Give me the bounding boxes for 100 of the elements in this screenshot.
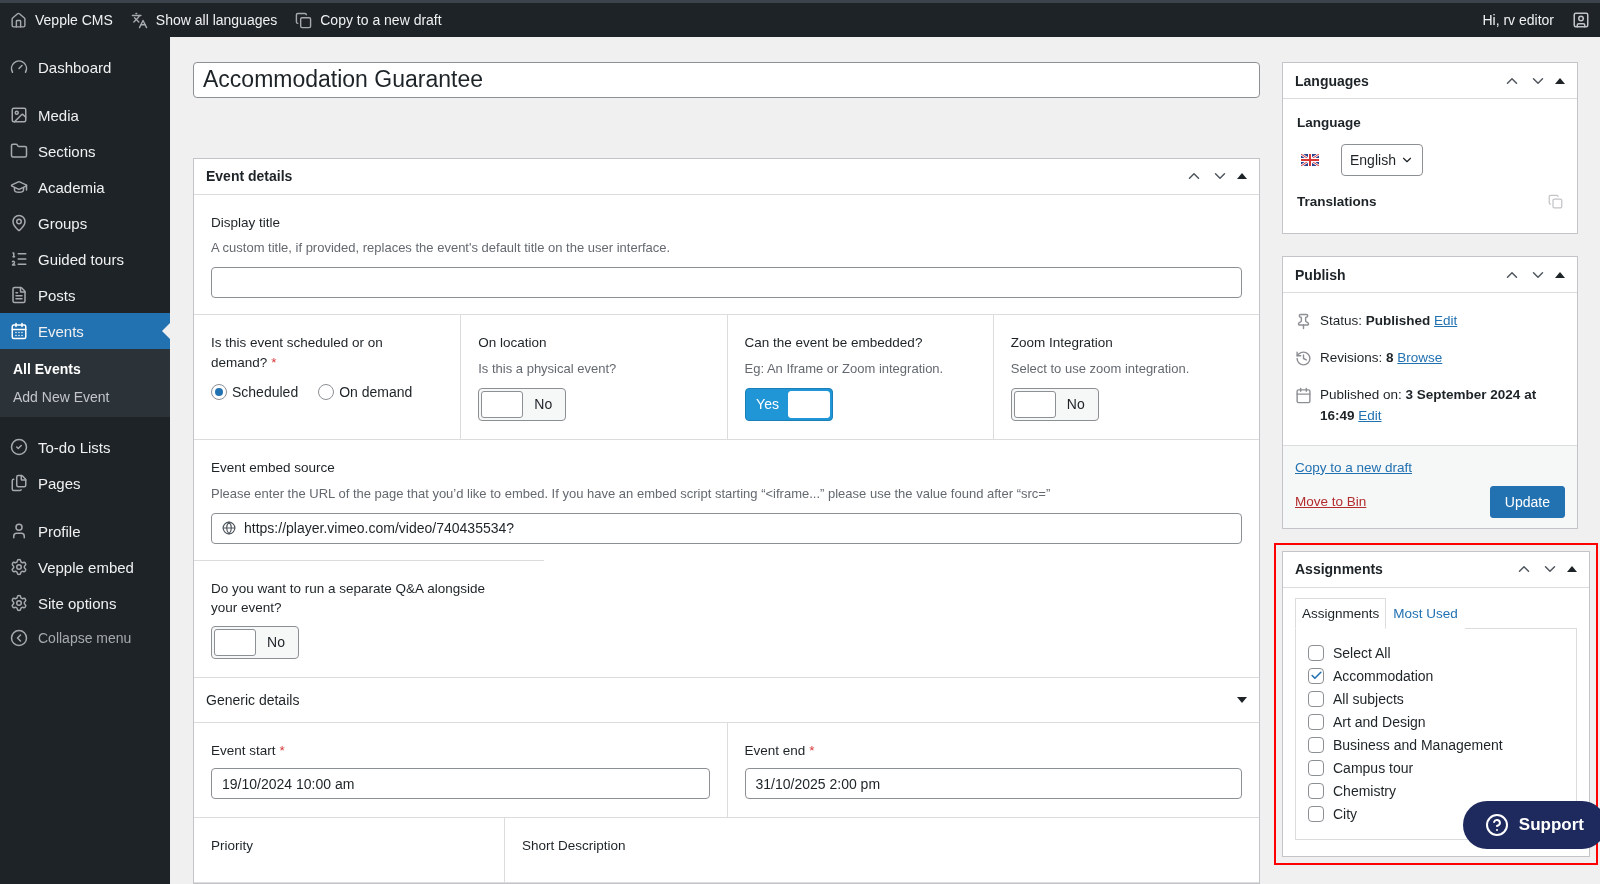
field-help: Please enter the URL of the page that you’d like to embed. If you have an embed script starting “<iframe...” please use the value found after “src=” [211, 485, 1052, 501]
submenu-item[interactable]: All Events [0, 355, 170, 383]
field-label: Zoom Integration [1010, 334, 1114, 353]
field-help: Select to use zoom integration. [1010, 360, 1191, 376]
panel-title: Publish [1295, 266, 1347, 283]
admin-bar-item[interactable]: Show all languages [130, 11, 278, 29]
menu-item[interactable]: Groups [0, 205, 170, 241]
menu-item[interactable]: Pages [0, 465, 170, 501]
title-field[interactable]: Accommodation Guarantee [193, 62, 1260, 98]
numbered-list-icon [10, 250, 28, 268]
field-label: Do you want to run a separate Q&A alongside your event? [211, 579, 486, 618]
help-icon [1484, 812, 1509, 837]
required-mark: * [809, 742, 815, 758]
field-label: Priority [211, 837, 254, 856]
section-header[interactable]: Generic details [194, 677, 1259, 723]
greeting[interactable]: Hi, rv editor [1482, 12, 1554, 28]
radio-option[interactable]: Scheduled [211, 384, 299, 401]
document-icon [10, 286, 28, 304]
home-icon [10, 11, 27, 29]
date-field[interactable]: 19/10/2024 10:00 am [211, 768, 710, 800]
menu-item[interactable]: Site options [0, 585, 170, 621]
radio-option[interactable]: On demand [318, 384, 413, 401]
history-icon [1295, 349, 1312, 367]
collapse-icon[interactable] [1567, 566, 1577, 573]
field-label: Can the event be embedded? [744, 334, 924, 353]
checkbox-option[interactable]: Art and Design [1308, 713, 1426, 730]
folder-icon [10, 142, 28, 160]
input-field[interactable] [211, 267, 1242, 299]
field-label: Language [1297, 115, 1362, 130]
calendar-icon [10, 322, 28, 340]
menu-item[interactable]: Academia [0, 169, 170, 205]
copy-icon [295, 11, 313, 29]
avatar-icon[interactable] [1572, 11, 1590, 29]
field-help: A custom title, if provided, replaces the event's default title on the user interface. [211, 240, 672, 256]
gear-icon [10, 594, 28, 612]
menu-item[interactable]: Profile [0, 513, 170, 549]
date-field[interactable]: 31/10/2025 2:00 pm [744, 768, 1242, 800]
copy-draft-link[interactable]: Copy to a new draft [1295, 459, 1413, 475]
expand-icon[interactable] [1237, 696, 1247, 703]
checkbox-option[interactable]: All subjects [1308, 690, 1404, 707]
menu-item[interactable]: Guided tours [0, 241, 170, 277]
checkbox-option[interactable]: Campus tour [1308, 759, 1414, 776]
menu-item[interactable]: Dashboard [0, 49, 170, 85]
checkbox-option[interactable]: Select All [1308, 644, 1391, 661]
collapse-icon[interactable] [1555, 77, 1565, 84]
language-select[interactable]: English [1341, 144, 1423, 176]
gear-icon [10, 558, 28, 576]
collapse-icon[interactable] [1237, 173, 1247, 180]
edit-link[interactable]: Edit [1358, 407, 1382, 423]
url-field[interactable]: https://player.vimeo.com/video/740435534? [211, 512, 1242, 544]
support-button[interactable]: Support [1462, 800, 1600, 849]
field-label: On location [478, 334, 548, 353]
menu-item[interactable]: Posts [0, 277, 170, 313]
media-icon [10, 106, 28, 124]
admin-bar-item[interactable]: Copy to a new draft [295, 11, 442, 29]
pin-icon [1295, 313, 1312, 330]
pages-icon [10, 474, 28, 492]
panel-title: Assignments [1295, 561, 1384, 578]
tab[interactable]: Assignments [1295, 597, 1387, 629]
checkbox-option[interactable]: Accommodation [1308, 667, 1434, 684]
update-button[interactable]: Update [1489, 485, 1565, 518]
publish-info: Published on: 3 September 2024 at 16:49 Edit [1320, 385, 1538, 425]
checkbox-option[interactable]: City [1308, 805, 1358, 822]
field-help: Is this a physical event? [478, 360, 618, 376]
globe-icon [222, 521, 236, 536]
field-help: Eg: An Iframe or Zoom integration. [744, 360, 945, 376]
menu-item[interactable]: Media [0, 97, 170, 133]
required-mark: * [271, 354, 277, 370]
menu-item[interactable]: Events [0, 313, 170, 349]
field-label: Event start * [211, 741, 286, 760]
checkbox-option[interactable]: Chemistry [1308, 782, 1396, 799]
menu-item[interactable]: Sections [0, 133, 170, 169]
menu-item[interactable]: To-do Lists [0, 429, 170, 465]
translate-icon [130, 11, 148, 29]
edit-link[interactable]: Edit [1434, 313, 1458, 328]
calendar-icon [1295, 386, 1312, 404]
field-label: Event end * [744, 741, 816, 760]
collapse-icon[interactable] [1555, 271, 1565, 278]
flag-icon [1301, 154, 1319, 166]
person-icon [10, 522, 28, 540]
admin-bar-item[interactable]: Vepple CMS [10, 11, 113, 29]
dashboard-icon [10, 58, 28, 76]
graduation-cap-icon [10, 178, 28, 196]
panel-title: Event details [206, 168, 294, 185]
trash-link[interactable]: Move to Bin [1295, 494, 1367, 510]
toggle-switch[interactable]: No [211, 625, 299, 659]
field-label: Event embed source [211, 459, 336, 478]
submenu-item[interactable]: Add New Event [0, 383, 170, 411]
publish-info: Status: Published Edit [1320, 312, 1458, 330]
edit-link[interactable]: Browse [1397, 349, 1443, 365]
menu-item[interactable]: Vepple embed [0, 549, 170, 585]
collapse-menu[interactable]: Collapse menu [0, 621, 170, 655]
checkbox-option[interactable]: Business and Management [1308, 736, 1503, 753]
panel-title: Languages [1295, 72, 1370, 89]
field-label: Is this event scheduled or on demand? * [211, 334, 384, 372]
publish-info: Revisions: 8 Browse [1320, 348, 1443, 367]
required-mark: * [279, 742, 285, 758]
toggle-switch[interactable]: No [478, 387, 567, 421]
check-circle-icon [10, 438, 28, 456]
toggle-switch[interactable]: No [1010, 387, 1099, 421]
